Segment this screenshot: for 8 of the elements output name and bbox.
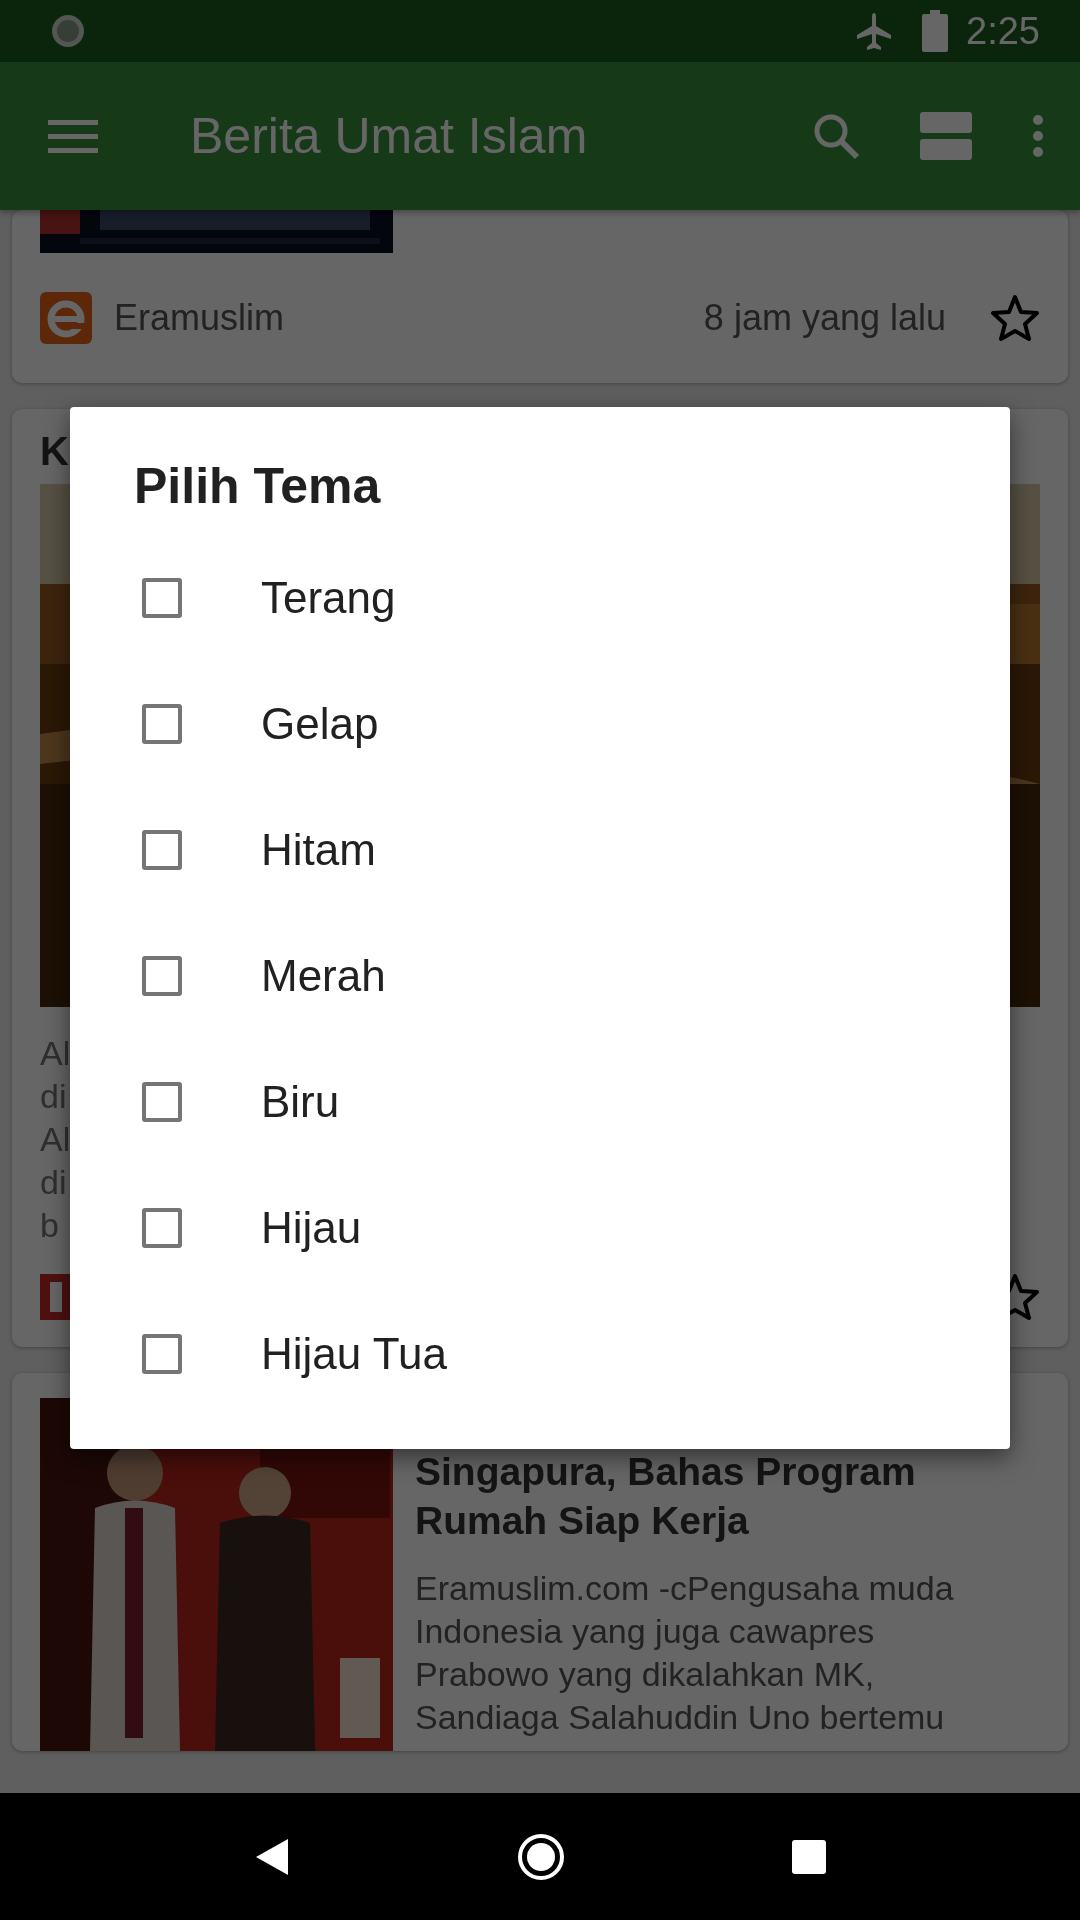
article-snippet: Eramuslim.com -cPengusaha muda Indonesia yang juga cawapres Prabowo yang dikalahkan MK, Sandiaga Salahuddin Uno bertemu [415, 1568, 955, 1738]
source-name: Eramuslim [114, 297, 285, 339]
time-text: 8 jam yang lalu [703, 297, 946, 339]
app-title: Berita Umat Islam [190, 107, 589, 165]
article-title: K [40, 428, 70, 475]
dialog-title: Pilih Tema [134, 457, 382, 515]
clock-text: 2:25 [966, 9, 1040, 53]
article-title: Singapura, Bahas Program Rumah Siap Kerja [415, 1449, 917, 1544]
